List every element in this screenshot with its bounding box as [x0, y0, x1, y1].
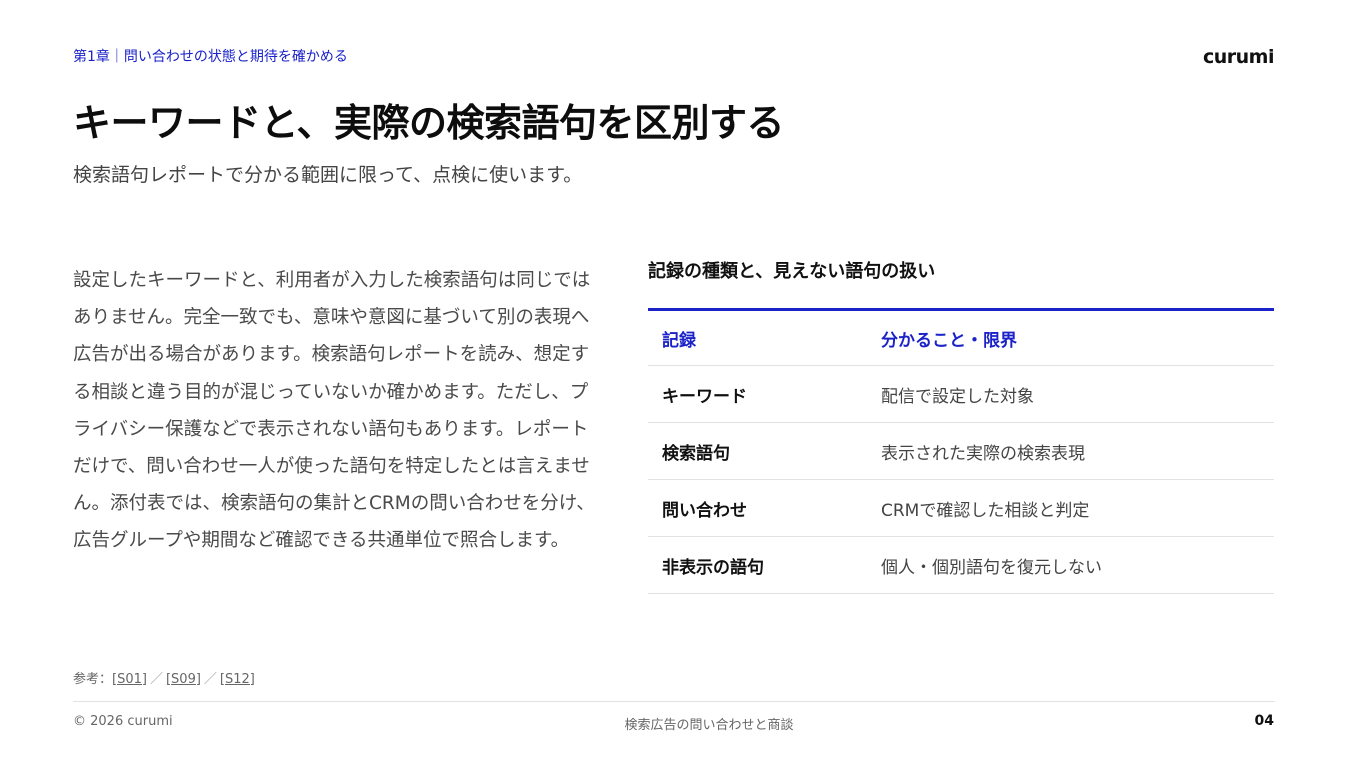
brand-logo: curumi [1203, 46, 1275, 68]
references: 参考：[S01] ／ [S09] ／ [S12] [73, 668, 255, 687]
detail-cell: 表示された実際の検索表現 [867, 422, 1274, 480]
record-table-section: 記録の種類と、見えない語句の扱い 記録 分かること・限界 キーワード 配信で設定… [648, 258, 1274, 594]
page-subtitle: 検索語句レポートで分かる範囲に限って、点検に使います。 [73, 164, 583, 186]
table-header-row: 記録 分かること・限界 [648, 309, 1274, 366]
detail-cell: 個人・個別語句を復元しない [867, 536, 1274, 594]
body-paragraph: 設定したキーワードと、利用者が入力した検索語句は同じではありません。完全一致でも… [73, 270, 595, 552]
references-label: 参考： [73, 672, 113, 687]
table-row: 問い合わせ CRMで確認した相談と判定 [648, 479, 1274, 537]
record-table: 記録 分かること・限界 キーワード 配信で設定した対象 検索語句 表示された実際… [648, 308, 1274, 594]
record-cell: 非表示の語句 [648, 536, 867, 594]
reference-separator: ／ [203, 672, 217, 687]
column-header-record: 記録 [648, 309, 867, 366]
footer-divider [73, 701, 1275, 702]
record-cell: キーワード [648, 365, 867, 423]
reference-link-s09[interactable]: [S09] [166, 672, 201, 687]
detail-cell: 配信で設定した対象 [867, 365, 1274, 423]
table-row: 検索語句 表示された実際の検索表現 [648, 422, 1274, 480]
reference-separator: ／ [149, 672, 163, 687]
table-row: 非表示の語句 個人・個別語句を復元しない [648, 536, 1274, 594]
page-title: キーワードと、実際の検索語句を区別する [73, 101, 784, 145]
record-cell: 問い合わせ [648, 479, 867, 537]
chapter-label: 第1章｜問い合わせの状態と期待を確かめる [73, 49, 348, 65]
table-heading: 記録の種類と、見えない語句の扱い [648, 261, 936, 282]
reference-link-s12[interactable]: [S12] [220, 672, 255, 687]
table-row: キーワード 配信で設定した対象 [648, 365, 1274, 423]
column-header-detail: 分かること・限界 [867, 309, 1274, 366]
reference-link-s01[interactable]: [S01] [112, 672, 147, 687]
record-cell: 検索語句 [648, 422, 867, 480]
detail-cell: CRMで確認した相談と判定 [867, 479, 1274, 537]
page-number: 04 [1254, 713, 1274, 729]
footer-document-title: 検索広告の問い合わせと商談 [624, 718, 794, 733]
